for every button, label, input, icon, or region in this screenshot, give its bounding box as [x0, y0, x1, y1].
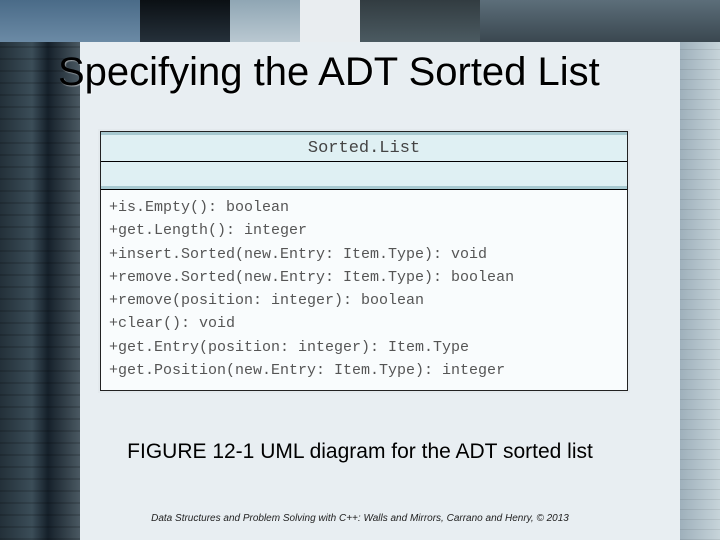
background-right-building	[680, 42, 720, 540]
background-left-building	[0, 42, 80, 540]
uml-class-name: Sorted.List	[101, 132, 627, 161]
slide: Specifying the ADT Sorted List Sorted.Li…	[0, 0, 720, 540]
uml-method: +is.Empty(): boolean	[109, 196, 619, 219]
uml-method: +remove(position: integer): boolean	[109, 289, 619, 312]
uml-method: +insert.Sorted(new.Entry: Item.Type): vo…	[109, 243, 619, 266]
uml-method: +remove.Sorted(new.Entry: Item.Type): bo…	[109, 266, 619, 289]
uml-method: +clear(): void	[109, 312, 619, 335]
uml-method: +get.Position(new.Entry: Item.Type): int…	[109, 359, 619, 382]
uml-method: +get.Entry(position: integer): Item.Type	[109, 336, 619, 359]
background-top-strip	[0, 0, 720, 42]
figure-caption: FIGURE 12-1 UML diagram for the ADT sort…	[0, 440, 720, 464]
copyright-footer: Data Structures and Problem Solving with…	[0, 513, 720, 524]
uml-methods-section: +is.Empty(): boolean +get.Length(): inte…	[101, 189, 627, 390]
uml-class-diagram: Sorted.List +is.Empty(): boolean +get.Le…	[100, 131, 628, 391]
slide-heading: Specifying the ADT Sorted List	[58, 50, 680, 95]
uml-method: +get.Length(): integer	[109, 219, 619, 242]
uml-attributes-section	[101, 161, 627, 189]
